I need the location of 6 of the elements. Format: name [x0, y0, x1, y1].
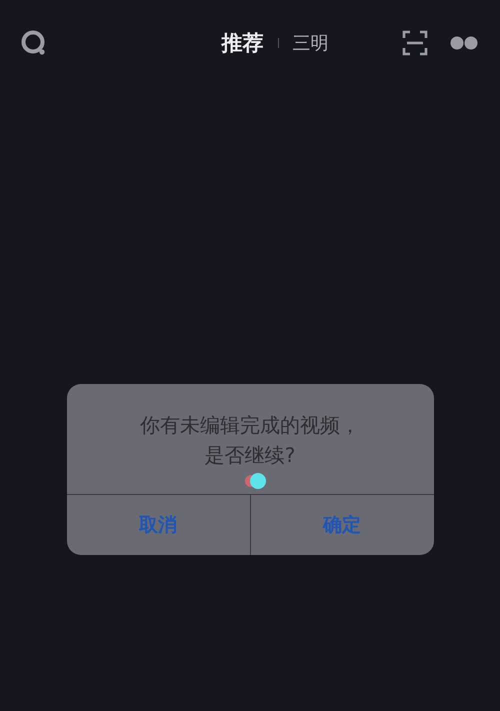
- tab[interactable]: 三明: [292, 31, 328, 55]
- dialog-message: 你有未编辑完成的视频，是否继续?: [139, 412, 361, 469]
- loading-icon: [242, 472, 268, 490]
- tab[interactable]: 推荐: [222, 29, 264, 57]
- more-icon[interactable]: [450, 35, 478, 51]
- scan-icon[interactable]: [402, 30, 428, 56]
